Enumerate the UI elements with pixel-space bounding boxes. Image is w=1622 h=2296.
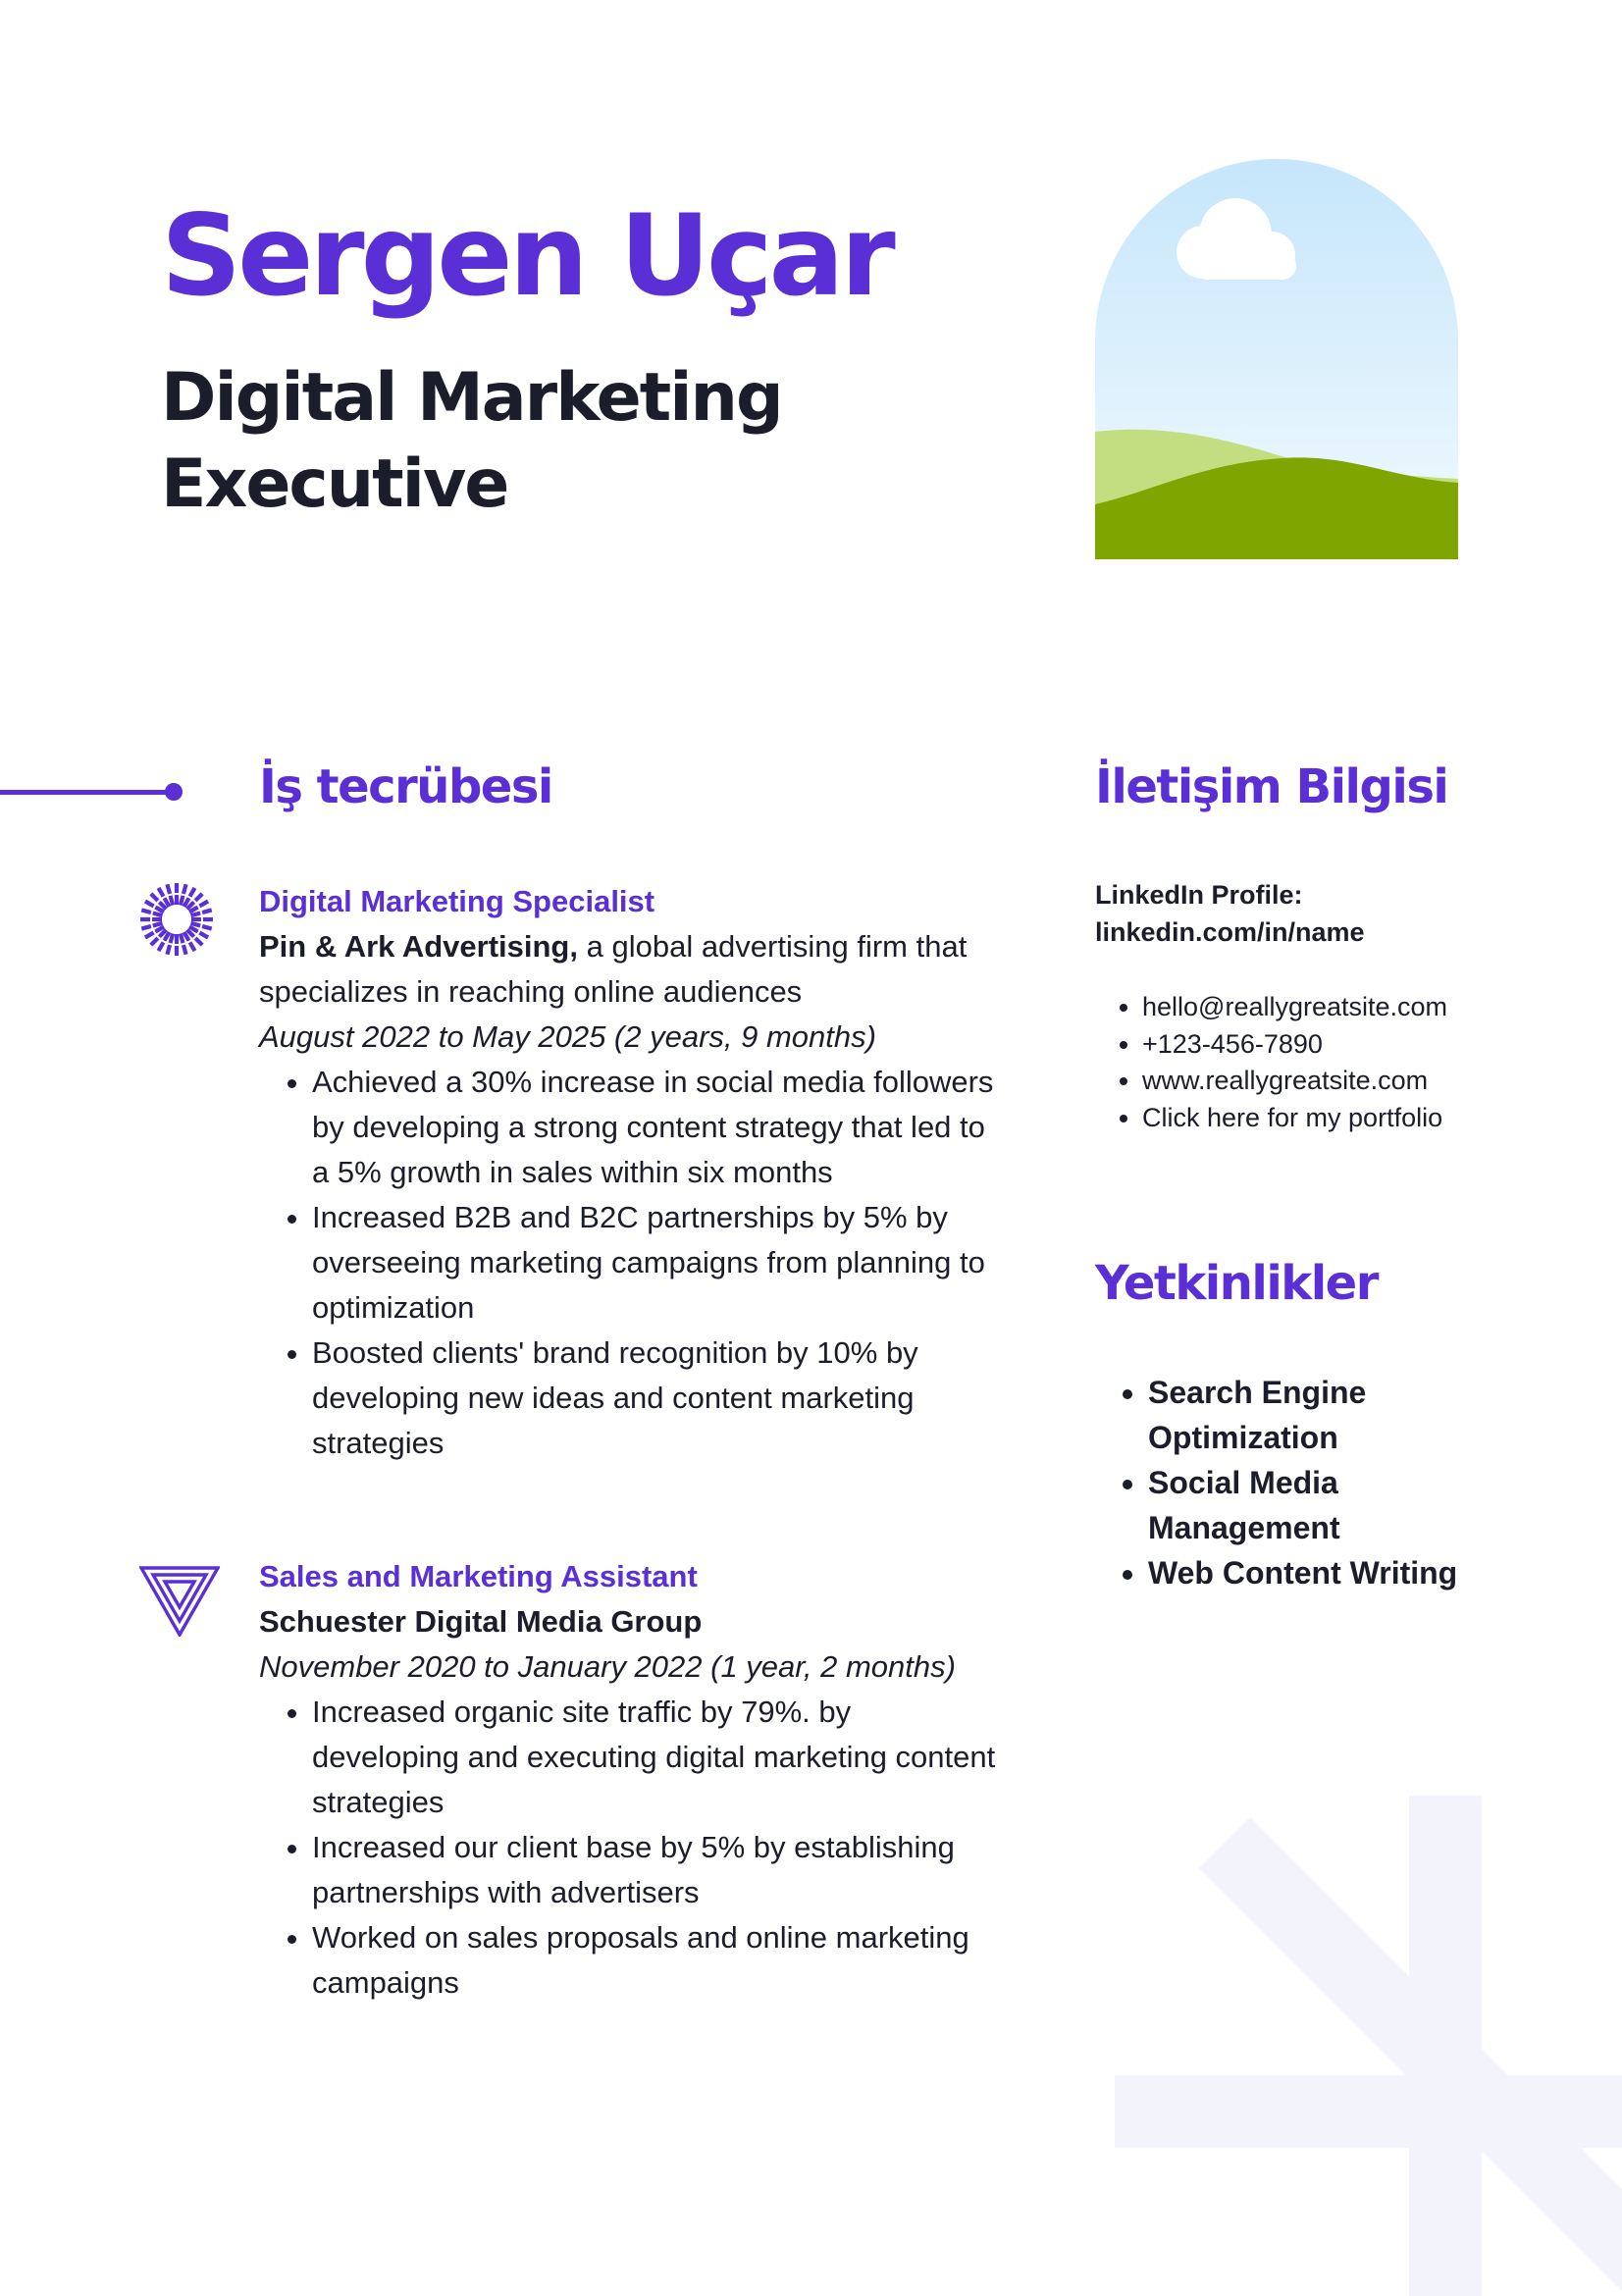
job-title: Digital Marketing Executive (161, 359, 784, 523)
list-item: Increased B2B and B2C partnerships by 5%… (312, 1195, 1005, 1331)
job-company: Schuester Digital Media Group (259, 1604, 703, 1639)
timeline-dot (165, 783, 183, 801)
job-role: Sales and Marketing Assistant (259, 1559, 698, 1593)
contact-website[interactable]: www.reallygreatsite.com (1142, 1063, 1447, 1100)
list-item: Web Content Writing (1148, 1550, 1521, 1595)
linkedin-link[interactable]: linkedin.com/in/name (1095, 913, 1365, 951)
experience-entry-1: Digital Marketing Specialist Pin & Ark A… (259, 879, 1005, 1466)
skills-heading: Yetkinlikler (1095, 1256, 1379, 1311)
contact-heading: İletişim Bilgisi (1095, 759, 1449, 814)
job-period: August 2022 to May 2025 (2 years, 9 mont… (259, 1019, 876, 1054)
linkedin-label: LinkedIn Profile: (1095, 880, 1303, 910)
list-item: Boosted clients' brand recognition by 10… (312, 1331, 1005, 1466)
candidate-name: Sergen Uçar (161, 190, 896, 321)
list-item: Search Engine Optimization (1148, 1370, 1521, 1460)
sunburst-icon (140, 883, 213, 956)
job-period: November 2020 to January 2022 (1 year, 2… (259, 1649, 956, 1684)
job-role: Digital Marketing Specialist (259, 884, 655, 918)
list-item: Increased organic site traffic by 79%. b… (312, 1690, 1005, 1825)
experience-heading: İş tecrübesi (259, 759, 553, 814)
triangle-icon (139, 1566, 220, 1637)
asterisk-decoration-icon (1115, 1796, 1622, 2296)
list-item: Worked on sales proposals and online mar… (312, 1915, 1005, 2006)
list-item: Social Media Management (1148, 1460, 1521, 1550)
timeline-line (0, 790, 173, 795)
list-item: Achieved a 30% increase in social media … (312, 1060, 1005, 1195)
job-achievements: Increased organic site traffic by 79%. b… (259, 1690, 1005, 2006)
skills-list: Search Engine Optimization Social Media … (1095, 1370, 1521, 1595)
contact-portfolio-link[interactable]: Click here for my portfolio (1142, 1100, 1447, 1137)
list-item: Increased our client base by 5% by estab… (312, 1825, 1005, 1915)
contact-phone[interactable]: +123-456-7890 (1142, 1026, 1447, 1064)
contact-email[interactable]: hello@reallygreatsite.com (1142, 989, 1447, 1026)
linkedin-block: LinkedIn Profile: linkedin.com/in/name (1095, 876, 1365, 951)
contact-list: hello@reallygreatsite.com +123-456-7890 … (1095, 989, 1447, 1136)
job-achievements: Achieved a 30% increase in social media … (259, 1060, 1005, 1466)
job-company-line: Pin & Ark Advertising, a global advertis… (259, 924, 1005, 1015)
experience-entry-2: Sales and Marketing Assistant Schuester … (259, 1554, 1005, 2006)
job-company: Pin & Ark Advertising, (259, 929, 578, 964)
landscape-illustration (1095, 159, 1458, 559)
job-company-line: Schuester Digital Media Group (259, 1599, 1005, 1644)
